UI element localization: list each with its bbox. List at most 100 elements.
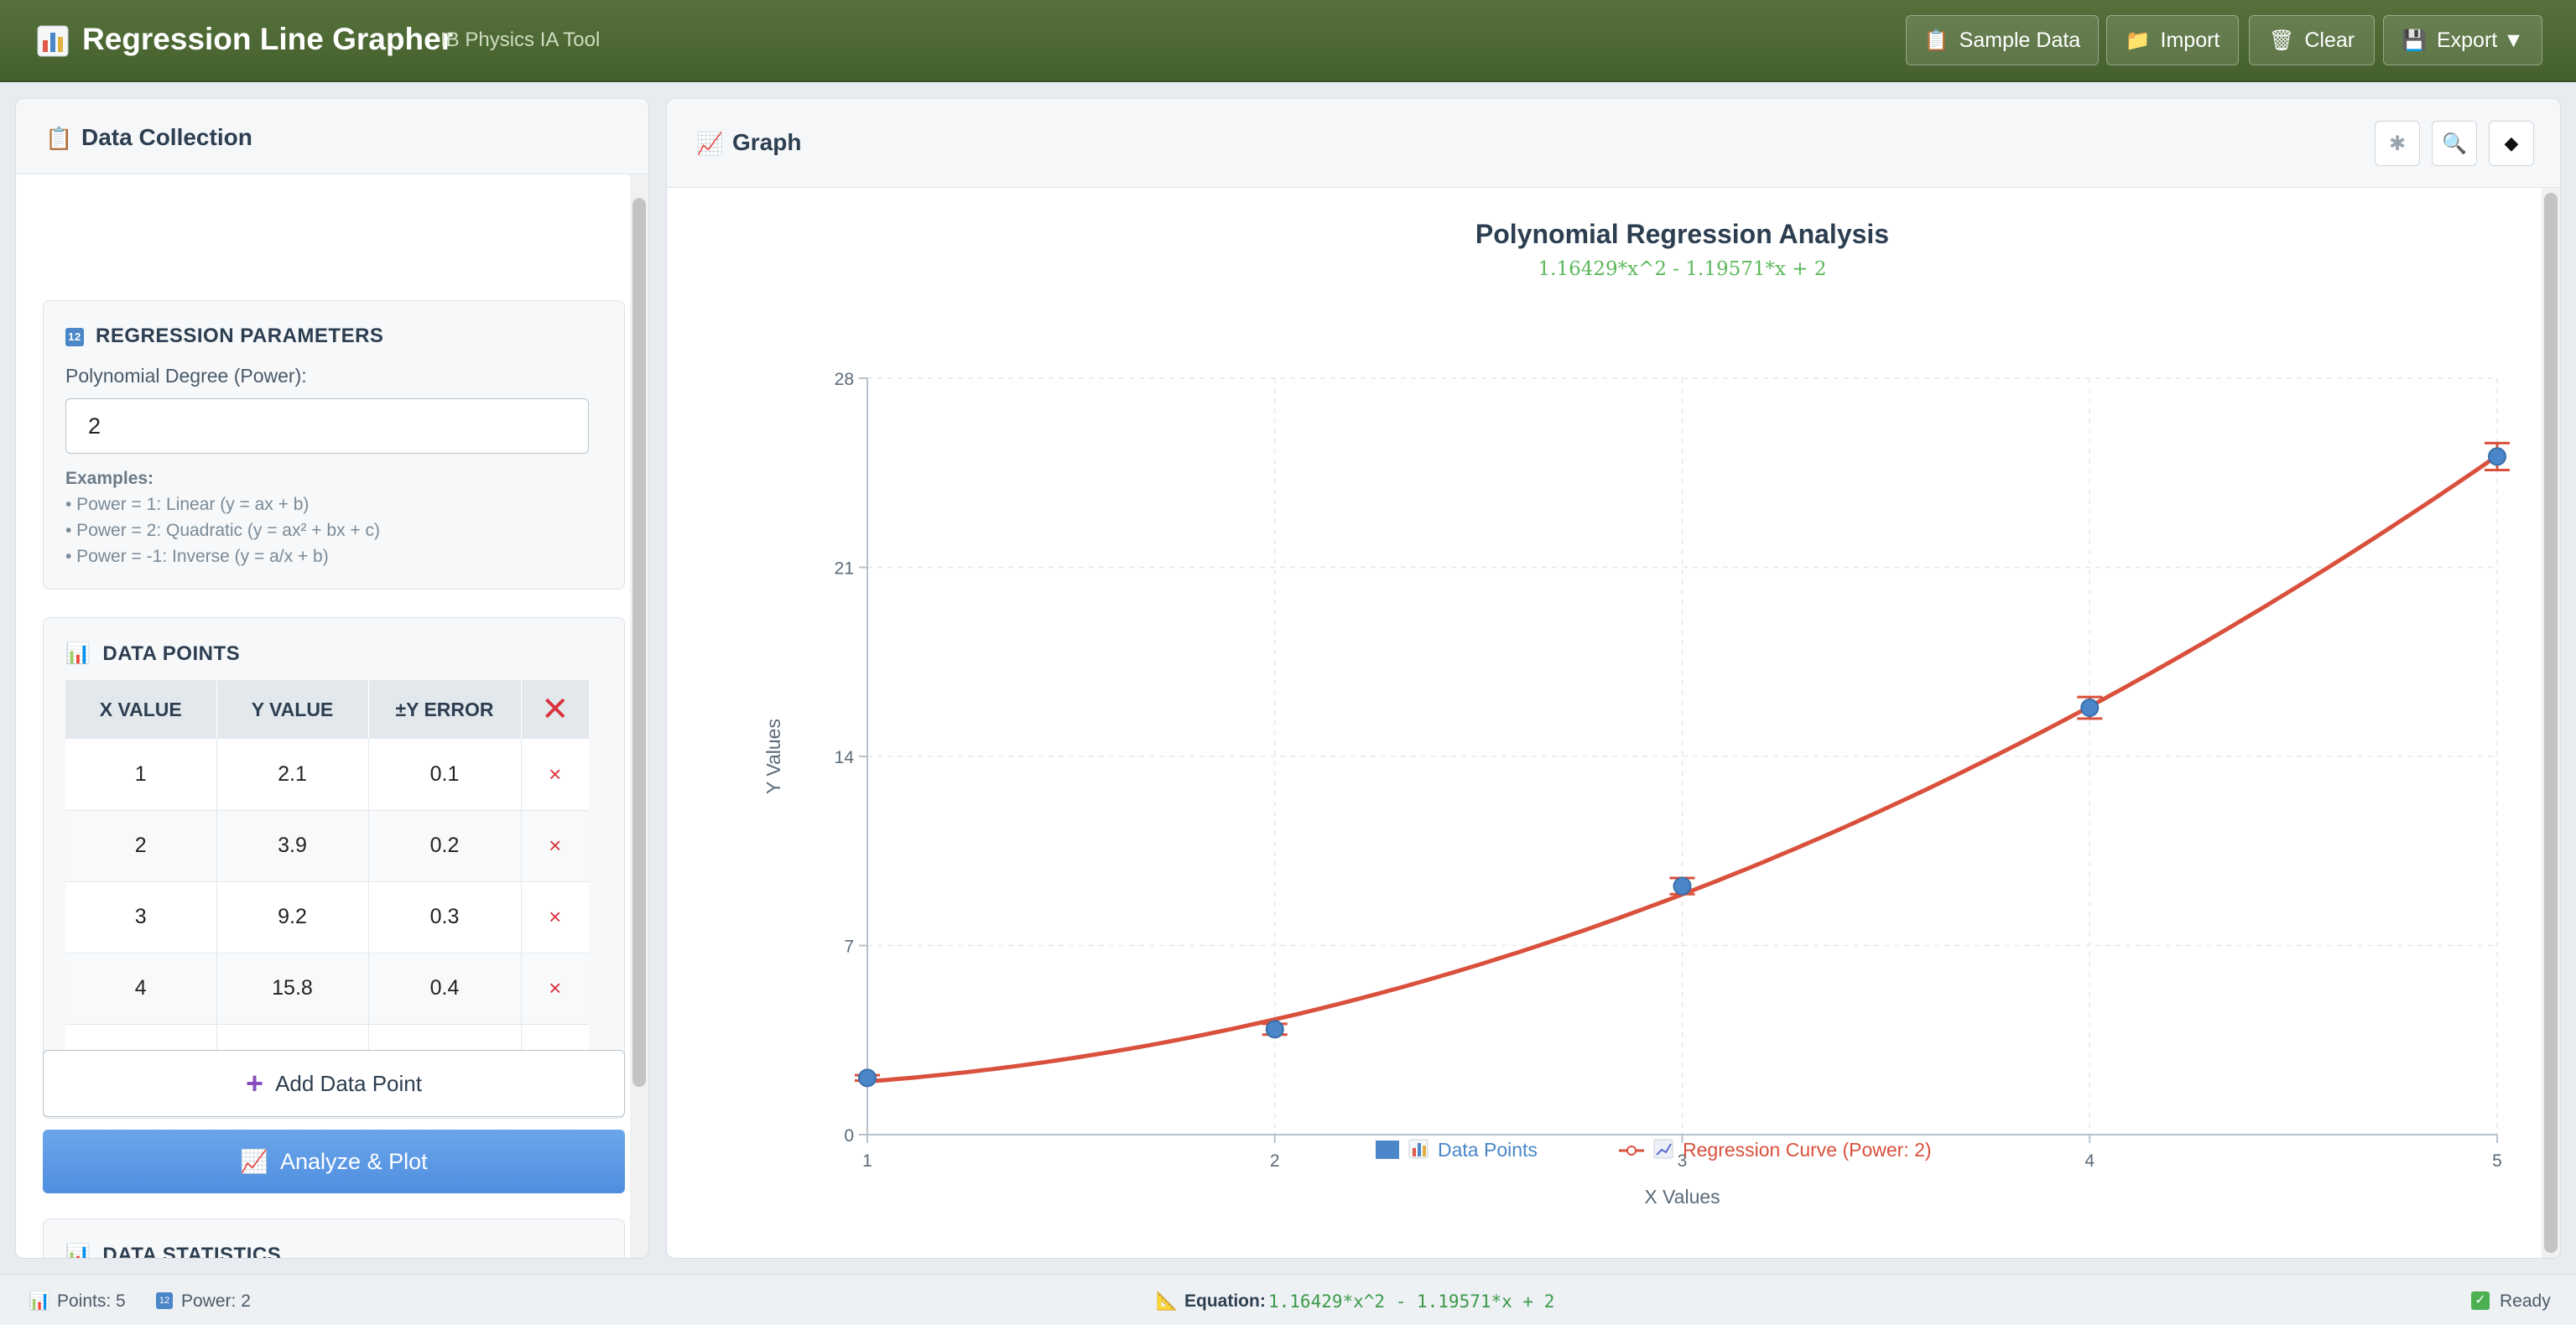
example-linear: • Power = 1: Linear (y = ax + b): [65, 495, 310, 514]
column-header-error: ±Y ERROR: [368, 680, 522, 739]
x-tick-label: 4: [2084, 1151, 2095, 1171]
x-tick-label: 2: [1270, 1151, 1280, 1171]
status-bar: 📊 Points: 5 12 Power: 2 📐 Equation: 1.16…: [0, 1274, 2576, 1325]
y-tick-label: 28: [835, 370, 854, 389]
check-icon: ✓: [2471, 1291, 2490, 1310]
clear-button[interactable]: 🗑 Clear: [2249, 15, 2375, 65]
numbers-icon: 12: [156, 1292, 173, 1309]
legend-label-regression-curve: Regression Curve (Power: 2): [1683, 1139, 1932, 1161]
table-row: 3 9.2 0.3 ×: [65, 881, 589, 953]
folder-icon: 📁: [2125, 29, 2151, 52]
delete-row-button[interactable]: ×: [521, 881, 589, 953]
close-icon: ×: [549, 904, 562, 929]
y-error-cell[interactable]: 0.3: [368, 881, 522, 953]
settings-button[interactable]: ✱: [2375, 121, 2420, 166]
export-label: Export ▼: [2436, 28, 2524, 52]
y-tick-label: 0: [844, 1126, 854, 1146]
data-collection-header: 📋 Data Collection: [16, 99, 648, 174]
bar-chart-icon-bar: [1413, 1148, 1416, 1156]
close-icon: ×: [549, 761, 562, 787]
sample-data-label: Sample Data: [1959, 28, 2081, 52]
x-value-cell[interactable]: 2: [65, 810, 217, 882]
chart-subtitle: 1.16429*x^2 - 1.19571*x + 2: [1538, 258, 1827, 280]
x-value-cell[interactable]: 3: [65, 881, 217, 953]
delete-row-button[interactable]: ×: [521, 810, 589, 882]
line-chart-icon: 📈: [240, 1149, 269, 1174]
delete-row-button[interactable]: ×: [521, 739, 589, 811]
sample-data-button[interactable]: 📋 Sample Data: [1906, 15, 2099, 65]
y-tick-label: 7: [844, 938, 854, 957]
x-axis-label: X Values: [1644, 1186, 1720, 1208]
graph-panel: 📈 Graph ✱ 🔍 ◆ Polynomial Regression Anal…: [666, 98, 2561, 1259]
x-value-cell[interactable]: 1: [65, 739, 217, 811]
bar-chart-icon: 📊: [65, 642, 91, 665]
import-button[interactable]: 📁 Import: [2106, 15, 2239, 65]
power-value: Power: 2: [181, 1291, 251, 1311]
legend-label-data-points: Data Points: [1438, 1139, 1538, 1161]
data-points-table: X VALUE Y VALUE ±Y ERROR ✕ 1 2.1 0.1 × 2: [65, 680, 589, 1096]
chart-title: Polynomial Regression Analysis: [1475, 219, 1889, 249]
bar-chart-icon: 📊: [29, 1291, 51, 1311]
numbers-icon: 12: [65, 327, 84, 346]
regression-parameters-card: 12 REGRESSION PARAMETERS Polynomial Degre…: [43, 300, 625, 590]
graph-scrollbar[interactable]: [2542, 188, 2560, 1258]
delete-row-button[interactable]: ×: [521, 953, 589, 1025]
data-statistics-title: 📊 DATA STATISTICS: [65, 1243, 281, 1258]
clipboard-icon: 📋: [45, 126, 73, 151]
y-error-cell[interactable]: 0.1: [368, 739, 522, 811]
clipboard-icon: 📋: [1923, 29, 1949, 52]
regression-chart[interactable]: Polynomial Regression Analysis 1.16429*x^…: [667, 188, 2542, 1259]
app-header: Regression Line Grapher IB Physics IA To…: [0, 0, 2576, 82]
add-data-point-label: Add Data Point: [275, 1070, 422, 1096]
app-subtitle: IB Physics IA Tool: [440, 29, 601, 51]
analyze-plot-button[interactable]: 📈 Analyze & Plot: [43, 1130, 625, 1193]
add-data-point-button[interactable]: + Add Data Point: [43, 1050, 625, 1117]
y-tick-label: 21: [835, 559, 854, 579]
examples-heading: Examples:: [65, 469, 154, 488]
close-icon: ✕: [540, 691, 570, 728]
example-inverse: • Power = -1: Inverse (y = a/x + b): [65, 547, 329, 566]
example-quadratic: • Power = 2: Quadratic (y = ax² + bx + c…: [65, 521, 381, 540]
plus-icon: +: [246, 1066, 264, 1100]
bar-chart-icon-bar: [1423, 1146, 1426, 1156]
graph-scrollbar-thumb[interactable]: [2544, 193, 2558, 1253]
equation-label: Equation:: [1184, 1291, 1266, 1311]
table-row: 4 15.8 0.4 ×: [65, 953, 589, 1025]
data-collection-title: Data Collection: [81, 124, 252, 150]
zoom-button[interactable]: 🔍: [2432, 121, 2477, 166]
data-point: [2080, 699, 2100, 718]
y-value-cell[interactable]: 9.2: [216, 881, 369, 953]
help-button[interactable]: ◆: [2489, 121, 2534, 166]
y-value-cell[interactable]: 3.9: [216, 810, 369, 882]
column-header-x: X VALUE: [65, 680, 217, 739]
y-error-cell[interactable]: 0.4: [368, 953, 522, 1025]
ruler-icon: 📐: [1156, 1291, 1179, 1311]
data-point: [858, 1068, 877, 1088]
y-error-cell[interactable]: 0.2: [368, 810, 522, 882]
data-statistics-card: 📊 DATA STATISTICS: [43, 1218, 625, 1258]
degree-label: Polynomial Degree (Power):: [65, 365, 307, 387]
clear-label: Clear: [2304, 28, 2355, 52]
y-value-cell[interactable]: 2.1: [216, 739, 369, 811]
data-points-title: 📊 DATA POINTS: [65, 642, 241, 665]
clear-all-rows-button[interactable]: ✕: [521, 680, 589, 739]
legend-swatch-marker: [1626, 1146, 1637, 1156]
left-scrollbar-thumb[interactable]: [632, 198, 646, 1087]
x-value-cell[interactable]: 4: [65, 953, 217, 1025]
graph-title: Graph: [732, 129, 802, 155]
gear-icon: ✱: [2388, 132, 2407, 155]
data-points-card: 📊 DATA POINTS X VALUE Y VALUE ±Y ERROR ✕ …: [43, 617, 625, 1119]
y-tick-label: 14: [835, 748, 855, 767]
analyze-plot-label: Analyze & Plot: [280, 1148, 428, 1174]
export-button[interactable]: 💾 Export ▼: [2383, 15, 2542, 65]
bar-chart-icon-bar: [1418, 1143, 1421, 1156]
legend-swatch-data-points: [1376, 1141, 1399, 1159]
y-value-cell[interactable]: 15.8: [216, 953, 369, 1025]
x-tick-label: 1: [862, 1151, 872, 1171]
status-text: Ready: [2500, 1291, 2551, 1311]
data-collection-panel: 📋 Data Collection 12 REGRESSION PARAMETER…: [15, 98, 649, 1259]
line-chart-icon: 📈: [696, 131, 724, 156]
data-point: [2488, 447, 2506, 466]
app-title: Regression Line Grapher: [82, 22, 454, 56]
polynomial-degree-input[interactable]: 2: [65, 398, 589, 454]
